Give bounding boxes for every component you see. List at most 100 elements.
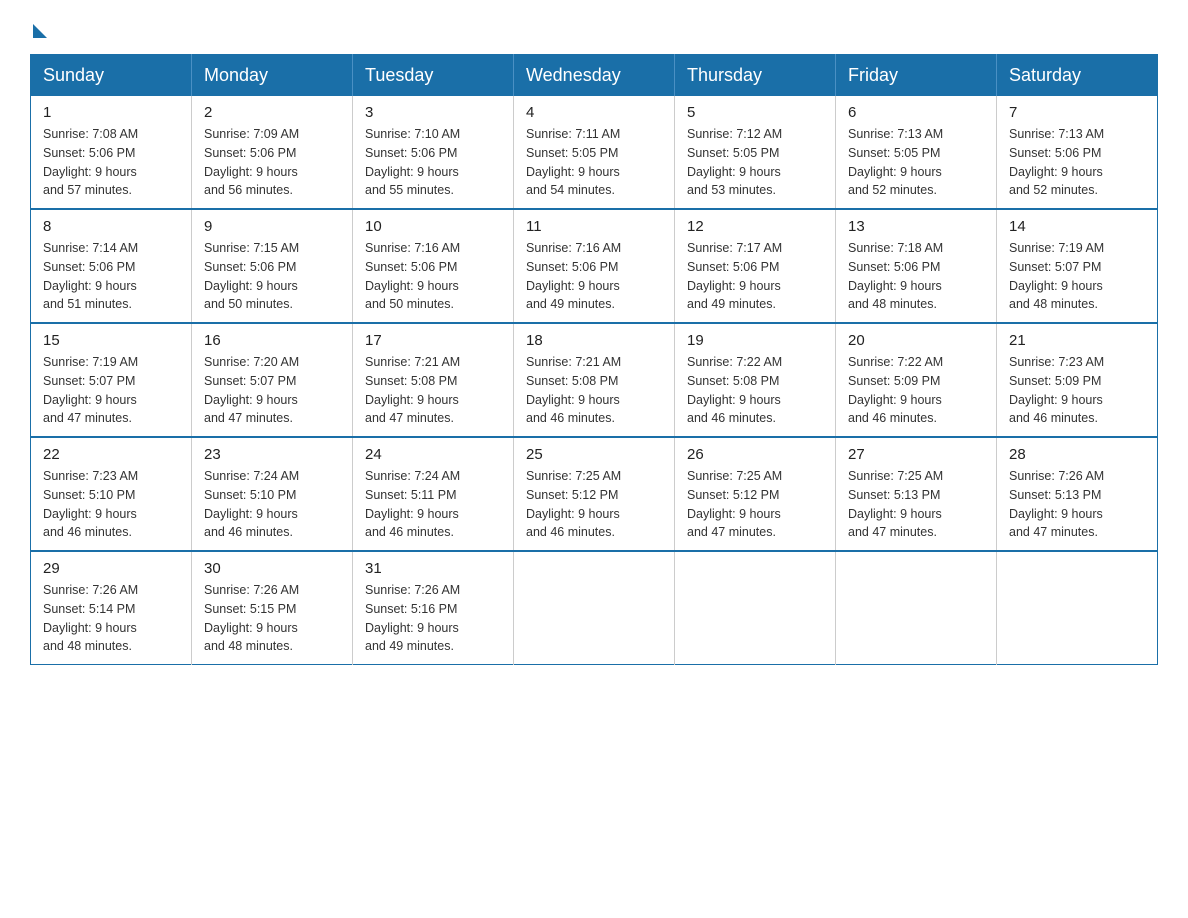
day-info: Sunrise: 7:24 AM Sunset: 5:11 PM Dayligh… (365, 467, 501, 542)
calendar-cell: 10 Sunrise: 7:16 AM Sunset: 5:06 PM Dayl… (353, 209, 514, 323)
day-info: Sunrise: 7:11 AM Sunset: 5:05 PM Dayligh… (526, 125, 662, 200)
day-info: Sunrise: 7:19 AM Sunset: 5:07 PM Dayligh… (1009, 239, 1145, 314)
day-number: 26 (687, 446, 823, 463)
day-info: Sunrise: 7:16 AM Sunset: 5:06 PM Dayligh… (365, 239, 501, 314)
day-info: Sunrise: 7:15 AM Sunset: 5:06 PM Dayligh… (204, 239, 340, 314)
day-number: 9 (204, 218, 340, 235)
calendar-cell: 2 Sunrise: 7:09 AM Sunset: 5:06 PM Dayli… (192, 96, 353, 209)
logo (30, 20, 47, 34)
calendar-table: SundayMondayTuesdayWednesdayThursdayFrid… (30, 54, 1158, 665)
weekday-header-tuesday: Tuesday (353, 55, 514, 97)
day-number: 1 (43, 104, 179, 121)
calendar-week-row-4: 22 Sunrise: 7:23 AM Sunset: 5:10 PM Dayl… (31, 437, 1158, 551)
calendar-cell: 7 Sunrise: 7:13 AM Sunset: 5:06 PM Dayli… (997, 96, 1158, 209)
day-number: 5 (687, 104, 823, 121)
day-number: 2 (204, 104, 340, 121)
calendar-cell: 24 Sunrise: 7:24 AM Sunset: 5:11 PM Dayl… (353, 437, 514, 551)
day-info: Sunrise: 7:22 AM Sunset: 5:08 PM Dayligh… (687, 353, 823, 428)
day-info: Sunrise: 7:23 AM Sunset: 5:10 PM Dayligh… (43, 467, 179, 542)
day-info: Sunrise: 7:26 AM Sunset: 5:13 PM Dayligh… (1009, 467, 1145, 542)
calendar-week-row-2: 8 Sunrise: 7:14 AM Sunset: 5:06 PM Dayli… (31, 209, 1158, 323)
day-number: 22 (43, 446, 179, 463)
weekday-header-friday: Friday (836, 55, 997, 97)
day-info: Sunrise: 7:25 AM Sunset: 5:12 PM Dayligh… (526, 467, 662, 542)
day-info: Sunrise: 7:25 AM Sunset: 5:12 PM Dayligh… (687, 467, 823, 542)
day-number: 4 (526, 104, 662, 121)
day-info: Sunrise: 7:26 AM Sunset: 5:16 PM Dayligh… (365, 581, 501, 656)
day-number: 16 (204, 332, 340, 349)
calendar-cell: 6 Sunrise: 7:13 AM Sunset: 5:05 PM Dayli… (836, 96, 997, 209)
calendar-cell: 8 Sunrise: 7:14 AM Sunset: 5:06 PM Dayli… (31, 209, 192, 323)
day-info: Sunrise: 7:16 AM Sunset: 5:06 PM Dayligh… (526, 239, 662, 314)
calendar-cell: 19 Sunrise: 7:22 AM Sunset: 5:08 PM Dayl… (675, 323, 836, 437)
day-number: 30 (204, 560, 340, 577)
calendar-cell: 30 Sunrise: 7:26 AM Sunset: 5:15 PM Dayl… (192, 551, 353, 665)
calendar-cell: 9 Sunrise: 7:15 AM Sunset: 5:06 PM Dayli… (192, 209, 353, 323)
weekday-header-sunday: Sunday (31, 55, 192, 97)
day-number: 11 (526, 218, 662, 235)
calendar-cell: 14 Sunrise: 7:19 AM Sunset: 5:07 PM Dayl… (997, 209, 1158, 323)
day-number: 25 (526, 446, 662, 463)
calendar-cell: 13 Sunrise: 7:18 AM Sunset: 5:06 PM Dayl… (836, 209, 997, 323)
day-number: 27 (848, 446, 984, 463)
day-number: 19 (687, 332, 823, 349)
day-number: 23 (204, 446, 340, 463)
day-number: 29 (43, 560, 179, 577)
day-number: 7 (1009, 104, 1145, 121)
calendar-cell: 29 Sunrise: 7:26 AM Sunset: 5:14 PM Dayl… (31, 551, 192, 665)
day-number: 6 (848, 104, 984, 121)
calendar-cell: 21 Sunrise: 7:23 AM Sunset: 5:09 PM Dayl… (997, 323, 1158, 437)
day-info: Sunrise: 7:23 AM Sunset: 5:09 PM Dayligh… (1009, 353, 1145, 428)
day-info: Sunrise: 7:18 AM Sunset: 5:06 PM Dayligh… (848, 239, 984, 314)
weekday-header-thursday: Thursday (675, 55, 836, 97)
calendar-cell: 5 Sunrise: 7:12 AM Sunset: 5:05 PM Dayli… (675, 96, 836, 209)
day-info: Sunrise: 7:24 AM Sunset: 5:10 PM Dayligh… (204, 467, 340, 542)
calendar-cell (836, 551, 997, 665)
logo-arrow-icon (33, 24, 47, 38)
day-number: 18 (526, 332, 662, 349)
day-number: 20 (848, 332, 984, 349)
weekday-header-row: SundayMondayTuesdayWednesdayThursdayFrid… (31, 55, 1158, 97)
weekday-header-saturday: Saturday (997, 55, 1158, 97)
day-number: 24 (365, 446, 501, 463)
calendar-cell: 20 Sunrise: 7:22 AM Sunset: 5:09 PM Dayl… (836, 323, 997, 437)
day-info: Sunrise: 7:09 AM Sunset: 5:06 PM Dayligh… (204, 125, 340, 200)
calendar-cell: 17 Sunrise: 7:21 AM Sunset: 5:08 PM Dayl… (353, 323, 514, 437)
calendar-week-row-3: 15 Sunrise: 7:19 AM Sunset: 5:07 PM Dayl… (31, 323, 1158, 437)
day-info: Sunrise: 7:25 AM Sunset: 5:13 PM Dayligh… (848, 467, 984, 542)
weekday-header-monday: Monday (192, 55, 353, 97)
weekday-header-wednesday: Wednesday (514, 55, 675, 97)
day-info: Sunrise: 7:10 AM Sunset: 5:06 PM Dayligh… (365, 125, 501, 200)
day-info: Sunrise: 7:19 AM Sunset: 5:07 PM Dayligh… (43, 353, 179, 428)
day-number: 8 (43, 218, 179, 235)
day-number: 12 (687, 218, 823, 235)
day-number: 10 (365, 218, 501, 235)
calendar-cell: 16 Sunrise: 7:20 AM Sunset: 5:07 PM Dayl… (192, 323, 353, 437)
day-info: Sunrise: 7:26 AM Sunset: 5:15 PM Dayligh… (204, 581, 340, 656)
calendar-cell (514, 551, 675, 665)
day-info: Sunrise: 7:20 AM Sunset: 5:07 PM Dayligh… (204, 353, 340, 428)
calendar-cell: 4 Sunrise: 7:11 AM Sunset: 5:05 PM Dayli… (514, 96, 675, 209)
calendar-cell: 12 Sunrise: 7:17 AM Sunset: 5:06 PM Dayl… (675, 209, 836, 323)
calendar-cell: 15 Sunrise: 7:19 AM Sunset: 5:07 PM Dayl… (31, 323, 192, 437)
day-info: Sunrise: 7:21 AM Sunset: 5:08 PM Dayligh… (365, 353, 501, 428)
day-number: 21 (1009, 332, 1145, 349)
day-info: Sunrise: 7:22 AM Sunset: 5:09 PM Dayligh… (848, 353, 984, 428)
day-info: Sunrise: 7:13 AM Sunset: 5:06 PM Dayligh… (1009, 125, 1145, 200)
day-number: 31 (365, 560, 501, 577)
calendar-week-row-1: 1 Sunrise: 7:08 AM Sunset: 5:06 PM Dayli… (31, 96, 1158, 209)
day-info: Sunrise: 7:26 AM Sunset: 5:14 PM Dayligh… (43, 581, 179, 656)
calendar-cell: 28 Sunrise: 7:26 AM Sunset: 5:13 PM Dayl… (997, 437, 1158, 551)
calendar-cell (997, 551, 1158, 665)
calendar-week-row-5: 29 Sunrise: 7:26 AM Sunset: 5:14 PM Dayl… (31, 551, 1158, 665)
calendar-cell: 26 Sunrise: 7:25 AM Sunset: 5:12 PM Dayl… (675, 437, 836, 551)
calendar-cell: 25 Sunrise: 7:25 AM Sunset: 5:12 PM Dayl… (514, 437, 675, 551)
calendar-cell: 3 Sunrise: 7:10 AM Sunset: 5:06 PM Dayli… (353, 96, 514, 209)
day-info: Sunrise: 7:08 AM Sunset: 5:06 PM Dayligh… (43, 125, 179, 200)
day-info: Sunrise: 7:17 AM Sunset: 5:06 PM Dayligh… (687, 239, 823, 314)
calendar-cell: 1 Sunrise: 7:08 AM Sunset: 5:06 PM Dayli… (31, 96, 192, 209)
calendar-cell: 18 Sunrise: 7:21 AM Sunset: 5:08 PM Dayl… (514, 323, 675, 437)
day-number: 28 (1009, 446, 1145, 463)
day-info: Sunrise: 7:21 AM Sunset: 5:08 PM Dayligh… (526, 353, 662, 428)
day-info: Sunrise: 7:12 AM Sunset: 5:05 PM Dayligh… (687, 125, 823, 200)
